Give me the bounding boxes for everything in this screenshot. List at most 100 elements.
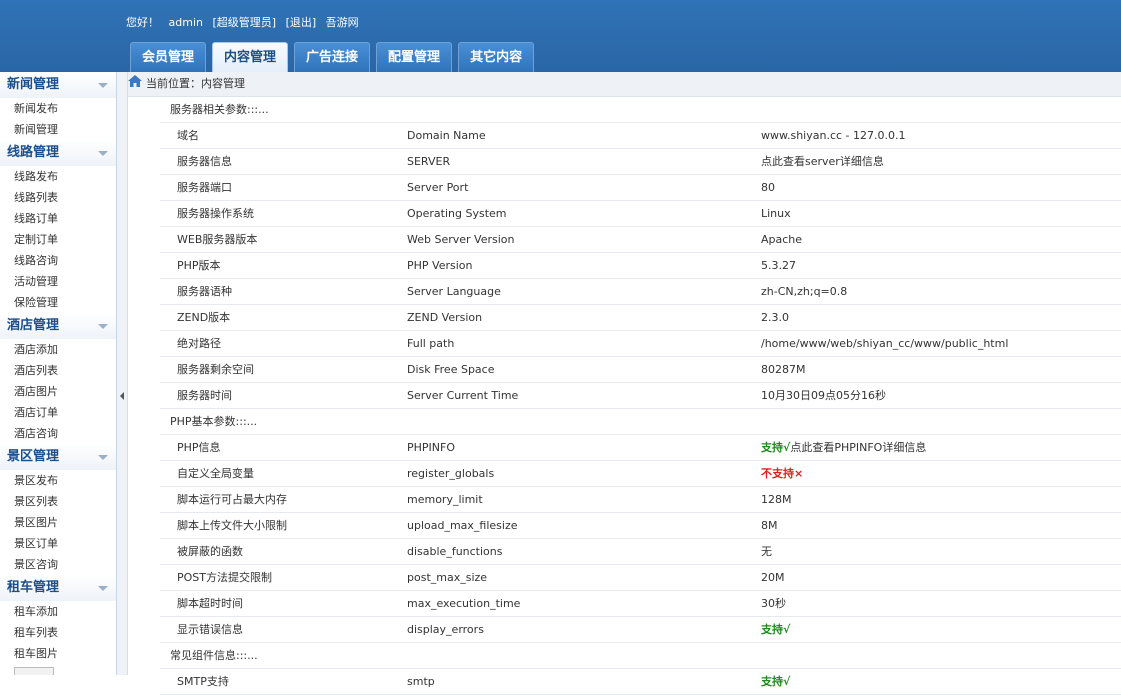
table-row: 服务器剩余空间 Disk Free Space 80287M: [160, 357, 1121, 383]
sidebar-item[interactable]: 定制订单: [0, 229, 116, 250]
sidebar-group-title[interactable]: 酒店管理: [0, 313, 116, 339]
sidebar-scroll-up-button[interactable]: [14, 667, 54, 675]
value-text: 128M: [761, 493, 792, 506]
sidebar-item[interactable]: 景区列表: [0, 491, 116, 512]
param-name-en: Web Server Version: [407, 233, 515, 246]
tab-content[interactable]: 内容管理: [212, 42, 289, 73]
sidebar-item[interactable]: 酒店订单: [0, 402, 116, 423]
param-name-en: post_max_size: [407, 571, 488, 584]
logout-link[interactable]: [退出]: [286, 16, 317, 29]
param-name-zh: WEB服务器版本: [177, 233, 258, 246]
sidebar-item[interactable]: 酒店图片: [0, 381, 116, 402]
param-name-en: Domain Name: [407, 129, 486, 142]
value-text: /home/www/web/shiyan_cc/www/public_html: [761, 337, 1009, 350]
value-text[interactable]: 点此查看server详细信息: [761, 155, 884, 168]
param-value: 5.3.27: [761, 253, 796, 278]
param-name-en: PHP Version: [407, 259, 473, 272]
param-value: 128M: [761, 487, 792, 512]
table-row: 绝对路径 Full path/home/www/web/shiyan_cc/www…: [160, 331, 1121, 357]
section-header: 常见组件信息:::...: [160, 643, 1121, 669]
param-name-en: Disk Free Space: [407, 363, 495, 376]
sidebar-group-title[interactable]: 线路管理: [0, 140, 116, 166]
param-name-en: smtp: [407, 675, 435, 688]
value-text: 支持√: [761, 441, 791, 454]
sidebar-group-label: 酒店管理: [7, 318, 60, 333]
table-row: 服务器操作系统 Operating System Linux: [160, 201, 1121, 227]
value-text: 2.3.0: [761, 311, 789, 324]
sidebar-item[interactable]: 景区图片: [0, 512, 116, 533]
sidebar-item[interactable]: 酒店列表: [0, 360, 116, 381]
param-value: 无: [761, 539, 772, 564]
value-text: 10月30日09点05分16秒: [761, 389, 886, 402]
table-row: PHP信息 PHPINFO 支持√点此查看PHPINFO详细信息: [160, 435, 1121, 461]
sidebar-item[interactable]: 租车图片: [0, 643, 116, 664]
role-link[interactable]: [超级管理员]: [212, 16, 276, 29]
param-name-en: register_globals: [407, 467, 495, 480]
sidebar-item[interactable]: 新闻管理: [0, 119, 116, 140]
param-value: 不支持×: [761, 461, 803, 486]
sidebar-item[interactable]: 景区咨询: [0, 554, 116, 575]
sidebar-toggle[interactable]: [117, 72, 128, 675]
top-user-bar: 您好！ admin [超级管理员] [退出] 吾游网: [126, 14, 365, 30]
sidebar-item[interactable]: 线路发布: [0, 166, 116, 187]
breadcrumb-text: 当前位置：内容管理: [146, 77, 245, 90]
param-value: 点此查看server详细信息: [761, 149, 884, 174]
value-text: Apache: [761, 233, 803, 246]
chevron-down-icon: [98, 586, 108, 591]
param-name-en: Server Current Time: [407, 389, 519, 402]
param-name-zh: 脚本运行可占最大内存: [177, 493, 287, 506]
sidebar-group-title[interactable]: 景区管理: [0, 444, 116, 470]
breadcrumb: 当前位置：内容管理: [128, 72, 1121, 97]
param-value: www.shiyan.cc - 127.0.0.1: [761, 123, 906, 148]
sidebar-item[interactable]: 酒店添加: [0, 339, 116, 360]
tab-config[interactable]: 配置管理: [376, 42, 453, 72]
sidebar-item[interactable]: 活动管理: [0, 271, 116, 292]
param-name-zh: POST方法提交限制: [177, 571, 272, 584]
param-value: 20M: [761, 565, 785, 590]
param-value: /home/www/web/shiyan_cc/www/public_html: [761, 331, 1008, 356]
sidebar-group-title[interactable]: 新闻管理: [0, 72, 116, 98]
server-info-table: 服务器相关参数:::... 域名 Domain Name www.shiyan.cc …: [160, 97, 1121, 695]
table-row: 服务器信息 SERVER 点此查看server详细信息: [160, 149, 1121, 175]
param-name-en: Server Port: [407, 181, 469, 194]
value-text: 20M: [761, 571, 785, 584]
param-value: Apache: [761, 227, 802, 252]
chevron-down-icon: [98, 83, 108, 88]
tab-other[interactable]: 其它内容: [458, 42, 535, 72]
value-text: 支持√: [761, 623, 791, 636]
greeting: 您好！: [126, 16, 159, 29]
phpinfo-link[interactable]: 点此查看PHPINFO详细信息: [790, 441, 926, 454]
section-header: 服务器相关参数:::...: [160, 97, 1121, 123]
site-link[interactable]: 吾游网: [326, 16, 359, 29]
tab-member[interactable]: 会员管理: [130, 42, 207, 72]
sidebar-item[interactable]: 租车添加: [0, 601, 116, 622]
param-value: 8M: [761, 513, 778, 538]
sidebar-item[interactable]: 线路列表: [0, 187, 116, 208]
sidebar-item[interactable]: 租车列表: [0, 622, 116, 643]
param-name-en: upload_max_filesize: [407, 519, 518, 532]
param-value: zh-CN,zh;q=0.8: [761, 279, 847, 304]
tab-ads[interactable]: 广告连接: [294, 42, 371, 72]
param-name-en: max_execution_time: [407, 597, 521, 610]
sidebar-item[interactable]: 景区订单: [0, 533, 116, 554]
param-name-en: display_errors: [407, 623, 484, 636]
param-name-en: disable_functions: [407, 545, 503, 558]
sidebar-item[interactable]: 酒店咨询: [0, 423, 116, 444]
sidebar-item[interactable]: 景区发布: [0, 470, 116, 491]
param-name-zh: 被屏蔽的函数: [177, 545, 243, 558]
param-name-zh: PHP版本: [177, 259, 221, 272]
sidebar-item[interactable]: 保险管理: [0, 292, 116, 313]
sidebar-group-title[interactable]: 租车管理: [0, 575, 116, 601]
table-row: 脚本运行可占最大内存 memory_limit 128M: [160, 487, 1121, 513]
sidebar-item[interactable]: 线路咨询: [0, 250, 116, 271]
sidebar-item[interactable]: 线路订单: [0, 208, 116, 229]
table-row: ZEND版本 ZEND Version 2.3.0: [160, 305, 1121, 331]
param-value: 支持√: [761, 617, 790, 642]
value-text: 5.3.27: [761, 259, 796, 272]
param-value: 10月30日09点05分16秒: [761, 383, 886, 408]
param-name-zh: 服务器信息: [177, 155, 232, 168]
param-name-zh: 服务器语种: [177, 285, 232, 298]
table-row: 服务器端口 Server Port 80: [160, 175, 1121, 201]
sidebar-item[interactable]: 新闻发布: [0, 98, 116, 119]
param-name-zh: 服务器操作系统: [177, 207, 254, 220]
